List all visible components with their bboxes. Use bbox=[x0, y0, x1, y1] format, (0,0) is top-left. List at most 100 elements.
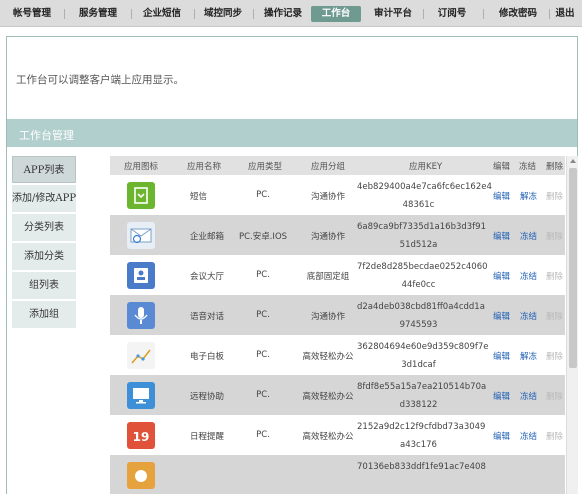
app-group: 高效轻松办公 bbox=[302, 392, 354, 402]
delete-link[interactable]: 删除 bbox=[546, 310, 563, 322]
freeze-link[interactable]: 解冻 bbox=[520, 350, 537, 362]
app-key: 70136eb833ddf1fe91ac7e408 bbox=[357, 458, 486, 476]
col-key: 应用KEY bbox=[409, 162, 443, 172]
app-key-line1: 7f2de8d285becdae0252c4060 bbox=[357, 262, 488, 272]
edit-link[interactable]: 编辑 bbox=[493, 310, 510, 322]
edit-link[interactable]: 编辑 bbox=[493, 430, 510, 442]
nav-divider bbox=[253, 9, 254, 19]
app-key-line2: 44fe0cc bbox=[401, 280, 436, 290]
app-key-line1: d2a4deb038cbd81ff0a4cdd1a bbox=[357, 302, 485, 312]
app-key-line2: 48361c bbox=[402, 200, 435, 210]
whiteboard-icon bbox=[127, 342, 155, 369]
app-key: 7f2de8d285becdae0252c4060 44fe0cc bbox=[357, 258, 488, 294]
delete-link[interactable]: 删除 bbox=[546, 230, 563, 242]
table-row: 企业邮箱 PC.安卓.IOS 沟通协作 6a89ca9bf7335d1a16b3d3f… bbox=[110, 215, 565, 255]
col-name: 应用名称 bbox=[187, 162, 222, 172]
app-key: 362804694e60e9d359c809f7e 3d1dcaf bbox=[357, 338, 489, 374]
table-row: 语音对话 PC. 沟通协作 d2a4deb038cbd81ff0a4cdd1a 9745… bbox=[110, 295, 565, 335]
menu-app-list[interactable]: APP列表 bbox=[12, 156, 76, 183]
app-key: 4eb829400a4e7ca6fc6ec162e4 48361c bbox=[357, 178, 492, 214]
nav-divider bbox=[64, 9, 65, 19]
app-key-line2: 9745593 bbox=[399, 320, 438, 330]
edit-link[interactable]: 编辑 bbox=[493, 190, 510, 202]
app-type: PC. bbox=[256, 310, 270, 320]
nav-workbench[interactable]: 工作台 bbox=[311, 6, 361, 22]
nav-domain-sync[interactable]: 域控同步 bbox=[199, 6, 247, 22]
nav-logout[interactable]: 退出 bbox=[552, 6, 578, 22]
app-group: 高效轻松办公 bbox=[302, 432, 354, 442]
scroll-thumb[interactable] bbox=[569, 168, 577, 368]
app-key-line1: 8fdf8e55a15a7ea210514b70a bbox=[357, 382, 487, 392]
table-row: 短信 PC. 沟通协作 4eb829400a4e7ca6fc6ec162e4 48361… bbox=[110, 175, 565, 215]
scrollbar[interactable] bbox=[566, 156, 578, 494]
app-type: PC. bbox=[256, 430, 270, 440]
app-name: 会议大厅 bbox=[190, 272, 225, 282]
app-key: 6a89ca9bf7335d1a16b3d3f91 51d512a bbox=[357, 218, 486, 254]
table-row: 远程协助 PC. 高效轻松办公 8fdf8e55a15a7ea210514b70a d3… bbox=[110, 375, 565, 415]
nav-logs[interactable]: 操作记录 bbox=[259, 6, 307, 22]
nav-divider bbox=[131, 9, 132, 19]
freeze-link[interactable]: 冻结 bbox=[520, 430, 537, 442]
app-name: 日程提醒 bbox=[190, 432, 225, 442]
delete-link[interactable]: 删除 bbox=[546, 270, 563, 282]
section-title: 工作台管理 bbox=[19, 129, 74, 142]
menu-add-category[interactable]: 添加分类 bbox=[12, 243, 76, 270]
delete-link[interactable]: 删除 bbox=[546, 430, 563, 442]
app-type: PC. bbox=[256, 270, 270, 280]
nav-audit[interactable]: 审计平台 bbox=[369, 6, 417, 22]
nav-divider bbox=[483, 9, 484, 19]
app-key-line2: 3d1dcaf bbox=[401, 360, 436, 370]
delete-link[interactable]: 删除 bbox=[546, 350, 563, 362]
app-table: 应用图标 应用名称 应用类型 应用分组 应用KEY 编辑 冻结 删除 短信 PC.… bbox=[110, 156, 578, 494]
app-group: 沟通协作 bbox=[310, 232, 345, 242]
remote-assist-icon bbox=[127, 382, 155, 409]
delete-link[interactable]: 删除 bbox=[546, 190, 563, 202]
col-delete: 删除 bbox=[546, 162, 564, 172]
delete-link[interactable]: 删除 bbox=[546, 390, 563, 402]
col-icon: 应用图标 bbox=[124, 162, 159, 172]
nav-divider bbox=[194, 9, 195, 19]
app-name: 电子白板 bbox=[190, 352, 225, 362]
menu-category-list[interactable]: 分类列表 bbox=[12, 214, 76, 241]
menu-add-group[interactable]: 添加组 bbox=[12, 301, 76, 328]
edit-link[interactable]: 编辑 bbox=[493, 350, 510, 362]
col-freeze: 冻结 bbox=[519, 162, 537, 172]
edit-link[interactable]: 编辑 bbox=[493, 270, 510, 282]
app-key-line1: 4eb829400a4e7ca6fc6ec162e4 bbox=[357, 182, 492, 192]
freeze-link[interactable]: 冻结 bbox=[520, 230, 537, 242]
nav-service[interactable]: 服务管理 bbox=[73, 6, 123, 22]
col-type: 应用类型 bbox=[248, 162, 283, 172]
nav-divider bbox=[549, 9, 550, 19]
app-group: 沟通协作 bbox=[310, 312, 345, 322]
app-key-line1: 70136eb833ddf1fe91ac7e408 bbox=[357, 462, 486, 472]
app-name: 语音对话 bbox=[190, 312, 225, 322]
freeze-link[interactable]: 冻结 bbox=[520, 310, 537, 322]
top-nav: 帐号管理 服务管理 企业短信 域控同步 操作记录 工作台 审计平台 订阅号 修改… bbox=[0, 0, 582, 27]
nav-change-password[interactable]: 修改密码 bbox=[494, 6, 542, 22]
app-key-line1: 362804694e60e9d359c809f7e bbox=[357, 342, 489, 352]
app-group: 沟通协作 bbox=[310, 192, 345, 202]
app-type: PC. bbox=[256, 390, 270, 400]
app-group: 高效轻松办公 bbox=[302, 352, 354, 362]
nav-subscription[interactable]: 订阅号 bbox=[432, 6, 472, 22]
scroll-up-arrow[interactable] bbox=[570, 159, 576, 163]
col-edit: 编辑 bbox=[493, 162, 511, 172]
edit-link[interactable]: 编辑 bbox=[493, 390, 510, 402]
sms-icon bbox=[127, 182, 155, 209]
table-row: 70136eb833ddf1fe91ac7e408 bbox=[110, 455, 565, 494]
app-type: PC.安卓.IOS bbox=[238, 232, 288, 242]
app-key: 2152a9d2c12f9cfdbd73a3049 a43c176 bbox=[357, 418, 485, 454]
freeze-link[interactable]: 解冻 bbox=[520, 190, 537, 202]
menu-add-edit-app[interactable]: 添加/修改APP bbox=[12, 185, 76, 212]
app-key: 8fdf8e55a15a7ea210514b70a d338122 bbox=[357, 378, 487, 414]
menu-group-list[interactable]: 组列表 bbox=[12, 272, 76, 299]
nav-account[interactable]: 帐号管理 bbox=[9, 6, 55, 22]
table-header: 应用图标 应用名称 应用类型 应用分组 应用KEY 编辑 冻结 删除 bbox=[110, 156, 565, 175]
app-type: PC. bbox=[256, 190, 270, 200]
app-name: 远程协助 bbox=[190, 392, 225, 402]
freeze-link[interactable]: 冻结 bbox=[520, 270, 537, 282]
app-name: 企业邮箱 bbox=[190, 232, 225, 242]
nav-sms[interactable]: 企业短信 bbox=[138, 6, 186, 22]
edit-link[interactable]: 编辑 bbox=[493, 230, 510, 242]
freeze-link[interactable]: 冻结 bbox=[520, 390, 537, 402]
